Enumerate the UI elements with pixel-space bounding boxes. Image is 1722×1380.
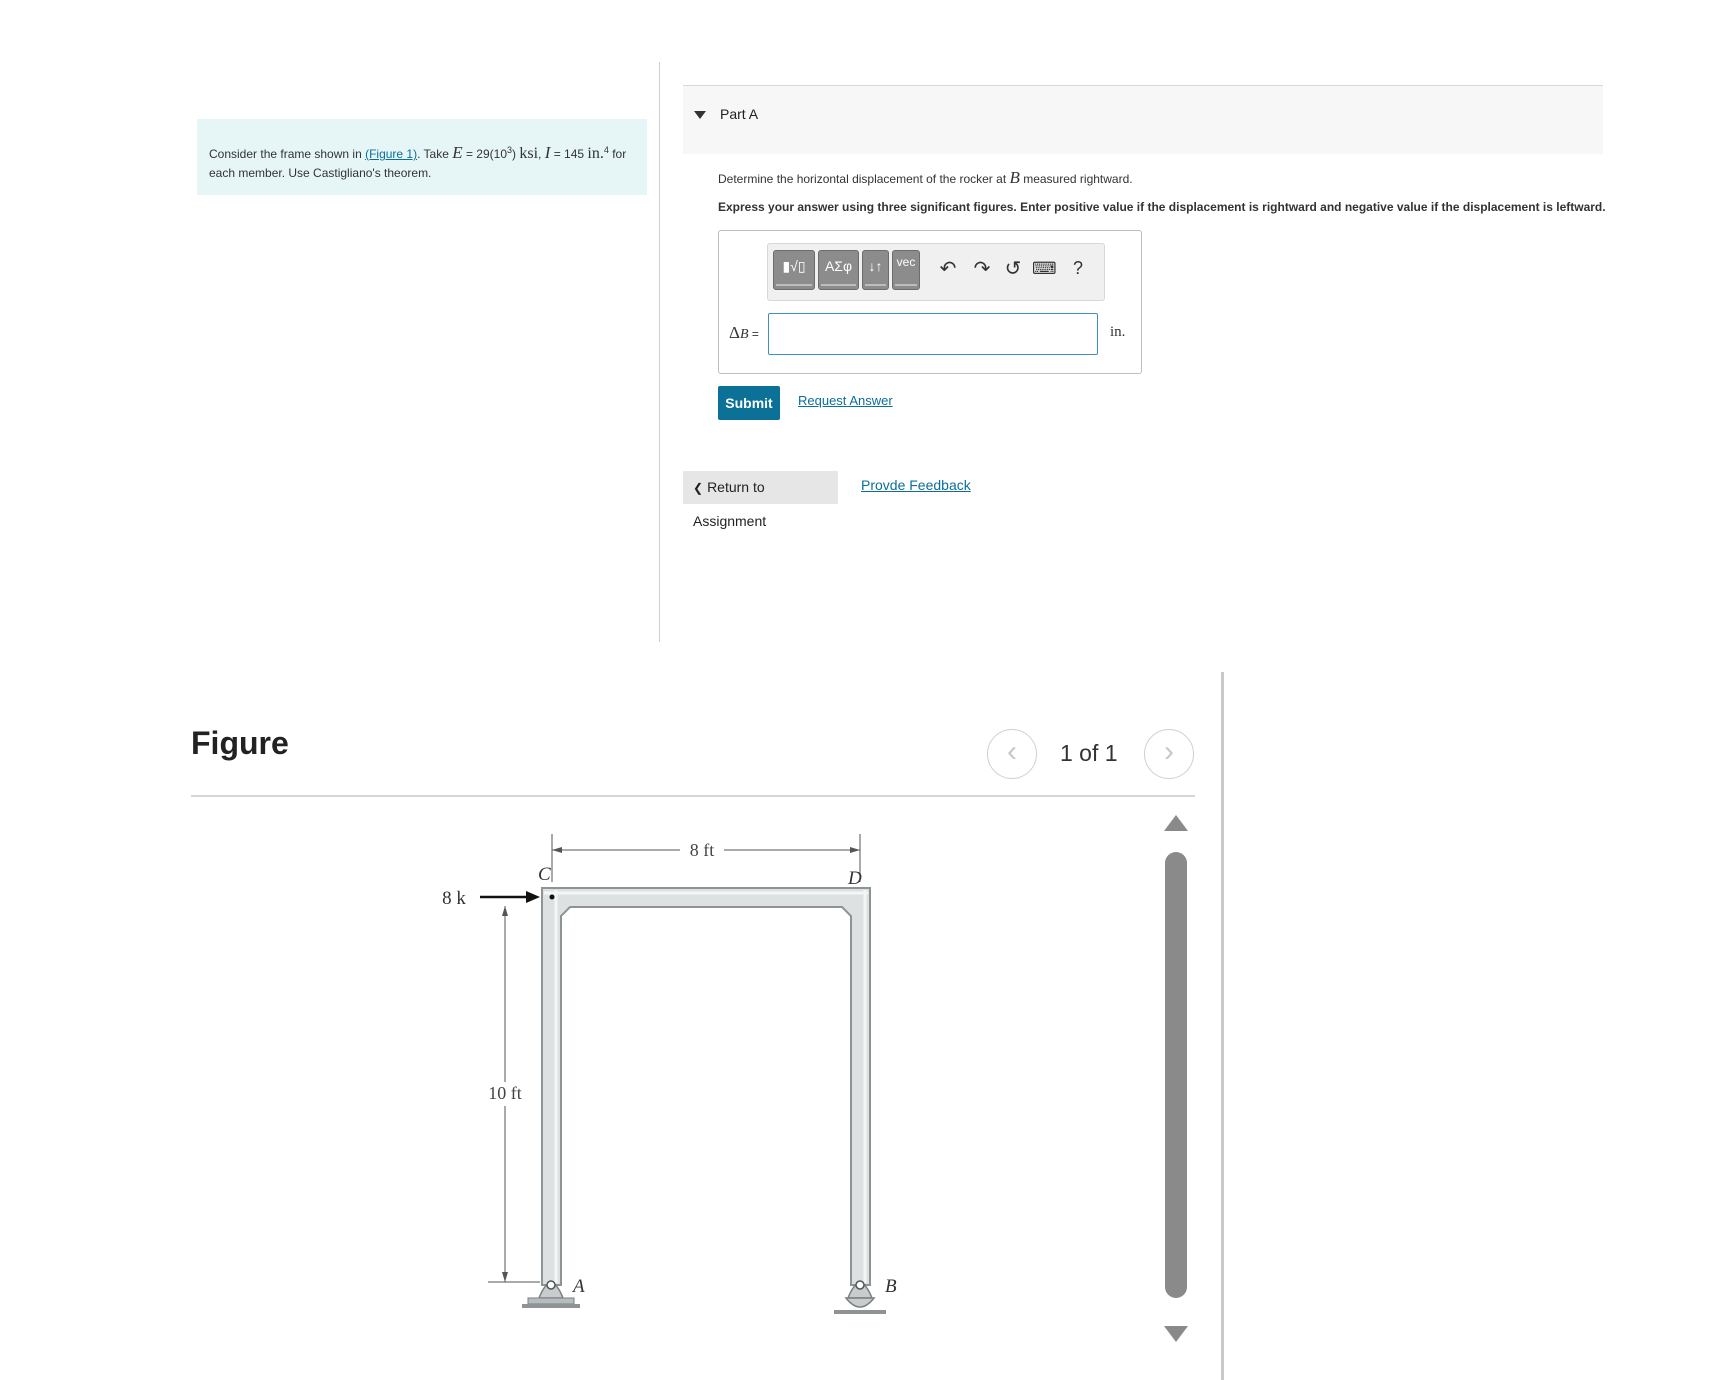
- height-label: 10 ft: [488, 1083, 522, 1103]
- collapse-caret-icon[interactable]: [694, 111, 706, 119]
- point-d-label: D: [847, 868, 862, 889]
- point-a-label: A: [571, 1276, 585, 1297]
- answer-input[interactable]: [768, 313, 1098, 355]
- provide-feedback-link[interactable]: Provde Feedback: [861, 477, 971, 493]
- figure-pager: 1 of 1: [1060, 740, 1118, 766]
- answer-instruction: Express your answer using three signific…: [718, 200, 1606, 214]
- rocker-support-b-icon: [834, 1280, 886, 1314]
- redo-icon[interactable]: ↷: [970, 256, 994, 281]
- greek-symbols-button[interactable]: ΑΣφ: [818, 250, 859, 290]
- figure-scrollbar-thumb[interactable]: [1165, 852, 1187, 1298]
- figure-panel-border: [1221, 672, 1224, 1380]
- scroll-up-arrow-icon[interactable]: [1164, 815, 1188, 831]
- delta-b-label: ΔB =: [729, 323, 759, 342]
- subscript-arrows-button[interactable]: ↓↑: [862, 250, 889, 290]
- frame-diagram: 8 ft 10 ft 8 k C D A B: [442, 834, 897, 1314]
- point-b-label: B: [885, 1276, 897, 1297]
- submit-button[interactable]: Submit: [718, 386, 780, 420]
- figure-title: Figure: [191, 725, 289, 761]
- question-text: Determine the horizontal displacement of…: [718, 168, 1133, 187]
- return-label: Return to Assignment: [693, 479, 767, 529]
- chevron-left-icon: ❮: [693, 481, 704, 495]
- unit-label: in.: [1110, 324, 1126, 340]
- undo-icon[interactable]: ↶: [936, 256, 960, 281]
- keyboard-icon[interactable]: ⌨: [1032, 259, 1057, 279]
- part-a-header[interactable]: Part A: [683, 86, 1603, 154]
- previous-figure-button[interactable]: ‹: [987, 729, 1037, 779]
- next-figure-button[interactable]: ›: [1144, 729, 1194, 779]
- templates-button[interactable]: ▮√▯: [773, 250, 815, 290]
- panel-divider: [659, 62, 660, 642]
- load-label: 8 k: [442, 888, 466, 909]
- reset-icon[interactable]: ↺: [1001, 256, 1025, 281]
- help-icon[interactable]: ?: [1066, 258, 1090, 279]
- problem-text: Consider the frame shown in (Figure 1). …: [209, 143, 627, 180]
- chevron-left-icon: ‹: [1007, 735, 1017, 768]
- math-toolbar: ▮√▯ ΑΣφ ↓↑ vec ↶ ↷ ↺ ⌨ ?: [767, 243, 1105, 301]
- figure-1-link[interactable]: (Figure 1): [365, 147, 417, 161]
- frame-members: [541, 887, 871, 1286]
- span-label: 8 ft: [690, 840, 715, 860]
- part-a-title: Part A: [720, 106, 759, 122]
- problem-statement-panel: Consider the frame shown in (Figure 1). …: [197, 119, 647, 195]
- pin-support-a-icon: [522, 1280, 580, 1308]
- point-c-label: C: [538, 864, 551, 885]
- answer-box: ▮√▯ ΑΣφ ↓↑ vec ↶ ↷ ↺ ⌨ ? ΔB = in.: [718, 230, 1142, 374]
- scroll-down-arrow-icon[interactable]: [1164, 1326, 1188, 1342]
- return-to-assignment-button[interactable]: ❮ Return to Assignment: [683, 471, 838, 529]
- vector-button[interactable]: vec: [892, 250, 920, 290]
- figure-header-rule: [191, 795, 1195, 797]
- request-answer-link[interactable]: Request Answer: [798, 393, 893, 408]
- chevron-right-icon: ›: [1164, 735, 1174, 768]
